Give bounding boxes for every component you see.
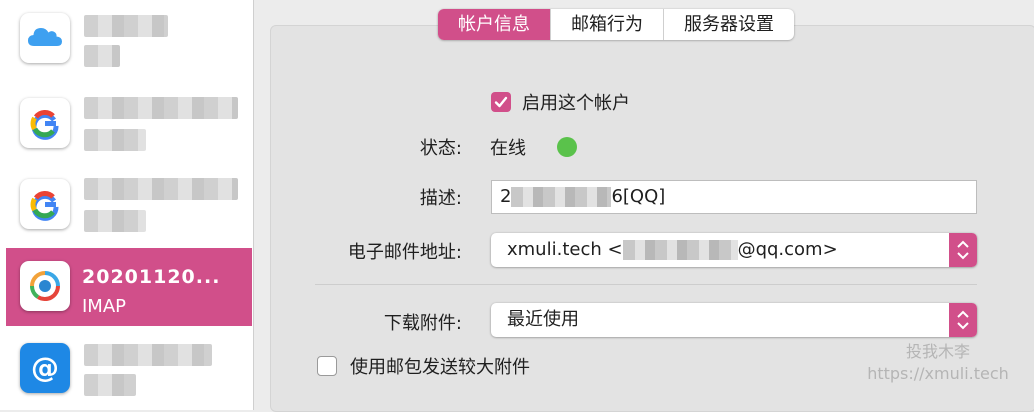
download-attachments-label: 下载附件: [383, 313, 462, 334]
account-type: IMAP [82, 296, 127, 317]
download-attachments-value: 最近使用 [507, 309, 579, 330]
status-value: 在线 [490, 138, 526, 159]
google-icon [20, 98, 70, 148]
select-stepper-icon [949, 303, 977, 337]
at-sign-icon: @ [20, 343, 70, 393]
description-field[interactable]: 2 6[QQ] [491, 180, 977, 214]
email-suffix: @qq.com> [737, 239, 838, 260]
redacted-text [622, 240, 738, 260]
account-name: 20201120... [82, 266, 221, 288]
status-label: 状态: [419, 138, 462, 159]
select-stepper-icon [949, 233, 977, 267]
account-item-icloud[interactable] [6, 0, 252, 78]
section-divider [315, 284, 977, 285]
enable-account-checkbox[interactable] [491, 92, 511, 112]
account-item-google-1[interactable] [6, 85, 252, 163]
description-suffix: 6[QQ] [611, 186, 666, 207]
tab-bar: 帐户信息 邮箱行为 服务器设置 [438, 9, 794, 40]
qq-mail-icon [20, 261, 70, 311]
checkmark-icon [494, 96, 508, 108]
online-status-dot [557, 137, 577, 157]
description-label: 描述: [419, 188, 462, 209]
tab-mailbox-behavior[interactable]: 邮箱行为 [551, 9, 664, 40]
large-attachments-checkbox[interactable] [317, 356, 337, 376]
account-item-google-2[interactable] [6, 166, 252, 244]
email-label: 电子邮件地址: [347, 242, 462, 263]
large-attachments-label: 使用邮包发送较大附件 [350, 357, 530, 378]
redacted-text [511, 187, 612, 207]
watermark-line2: https://xmuli.tech [867, 364, 1009, 383]
svg-text:@: @ [31, 351, 59, 384]
download-attachments-select[interactable]: 最近使用 [491, 303, 977, 337]
tab-account-info[interactable]: 帐户信息 [438, 9, 551, 40]
account-item-mail[interactable]: @ [6, 330, 252, 408]
account-item-qq-selected[interactable]: 20201120... IMAP [6, 248, 252, 326]
google-icon [20, 179, 70, 229]
tab-server-settings[interactable]: 服务器设置 [664, 9, 794, 40]
watermark-line1: 投我木李 [905, 342, 970, 361]
email-address-select[interactable]: xmuli.tech < @qq.com> [491, 233, 977, 267]
description-prefix: 2 [500, 186, 512, 207]
account-sidebar: 20201120... IMAP @ [0, 0, 254, 410]
enable-account-label: 启用这个帐户 [522, 93, 630, 114]
icloud-icon [20, 13, 70, 63]
email-prefix: xmuli.tech < [507, 239, 623, 260]
watermark: 投我木李 https://xmuli.tech [848, 341, 1028, 385]
